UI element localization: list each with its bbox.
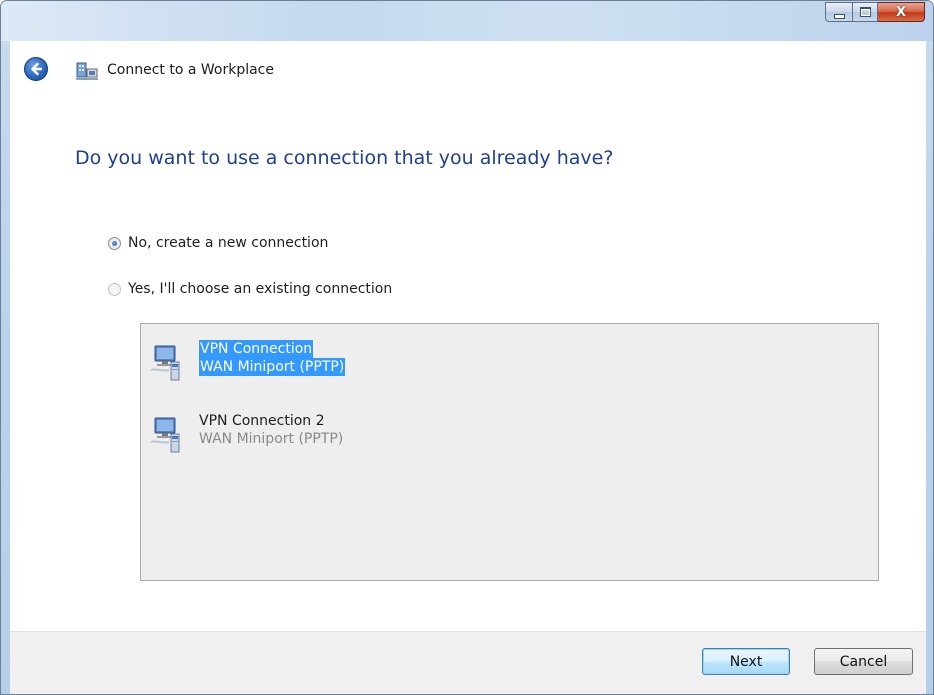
page-heading: Do you want to use a connection that you… xyxy=(75,147,614,169)
wizard-nav-row: Connect to a Workplace xyxy=(10,41,926,97)
minimize-icon xyxy=(833,13,845,19)
wizard-title: Connect to a Workplace xyxy=(107,62,274,78)
maximize-button[interactable] xyxy=(852,2,878,22)
maximize-icon xyxy=(859,7,871,17)
list-item[interactable]: VPN Connection 2 WAN Miniport (PPTP) xyxy=(149,412,343,456)
window-controls: X xyxy=(825,2,925,22)
connection-text: VPN Connection 2 WAN Miniport (PPTP) xyxy=(199,412,343,448)
back-arrow-icon xyxy=(31,62,43,76)
option-new-connection-label: No, create a new connection xyxy=(128,235,329,251)
close-icon: X xyxy=(895,4,907,20)
radio-existing-connection[interactable] xyxy=(108,282,121,296)
network-computer-icon xyxy=(150,417,180,453)
workplace-network-icon xyxy=(76,62,98,80)
radio-selected-dot xyxy=(112,240,117,246)
network-computer-icon xyxy=(150,345,180,381)
radio-new-connection[interactable] xyxy=(108,236,121,250)
title-bar[interactable]: X xyxy=(1,1,933,41)
connection-name: VPN Connection 2 xyxy=(199,413,325,429)
back-button[interactable] xyxy=(24,57,48,81)
connection-device: WAN Miniport (PPTP) xyxy=(199,358,346,376)
connection-device: WAN Miniport (PPTP) xyxy=(199,431,344,447)
close-button[interactable]: X xyxy=(878,2,925,22)
dialog-window: X Connect to a Workplace Do you want to … xyxy=(0,0,934,695)
connection-text: VPN Connection WAN Miniport (PPTP) xyxy=(199,340,346,376)
option-new-connection[interactable]: No, create a new connection xyxy=(108,235,328,251)
option-existing-connection-label: Yes, I'll choose an existing connection xyxy=(128,281,393,297)
connection-name: VPN Connection xyxy=(199,340,314,358)
next-button[interactable]: Next xyxy=(702,648,790,675)
wizard-content: Do you want to use a connection that you… xyxy=(10,97,926,631)
list-item[interactable]: VPN Connection WAN Miniport (PPTP) xyxy=(149,340,346,384)
connection-list[interactable]: VPN Connection WAN Miniport (PPTP) VPN C… xyxy=(140,323,879,581)
option-existing-connection[interactable]: Yes, I'll choose an existing connection xyxy=(108,281,392,297)
minimize-button[interactable] xyxy=(825,2,852,22)
button-bar: Next Cancel xyxy=(10,631,926,694)
cancel-button[interactable]: Cancel xyxy=(814,648,913,675)
